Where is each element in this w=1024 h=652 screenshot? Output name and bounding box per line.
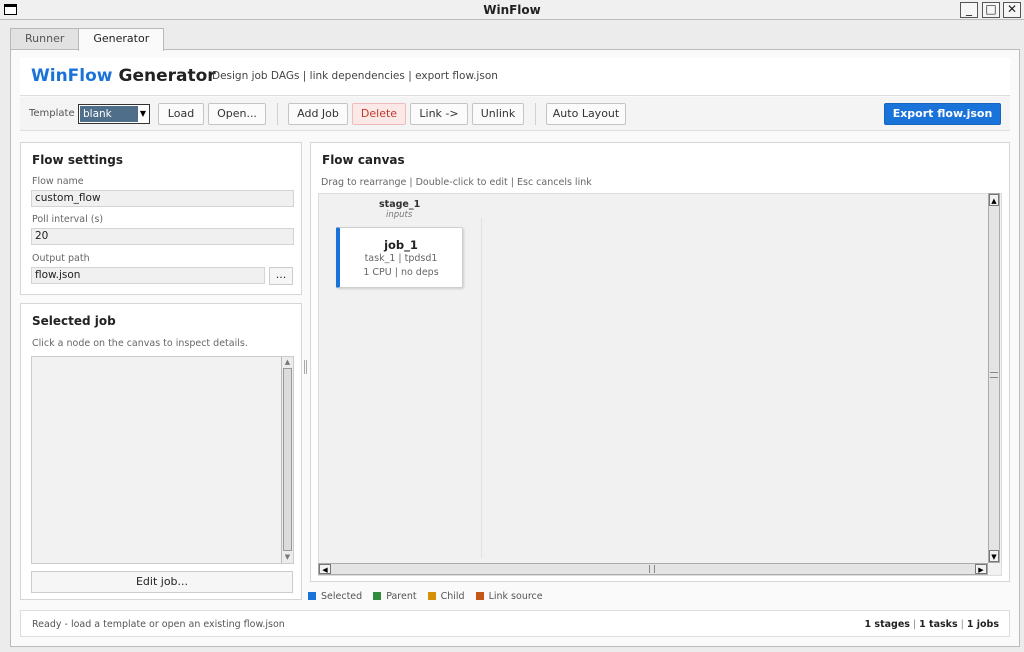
- open-button[interactable]: Open...: [208, 103, 266, 125]
- scroll-left-icon[interactable]: ◀: [319, 564, 331, 574]
- scroll-down-icon[interactable]: ▼: [989, 550, 999, 562]
- window-title: WinFlow: [483, 3, 541, 17]
- header-subtitle: Design job DAGs | link dependencies | ex…: [212, 70, 498, 82]
- browse-button[interactable]: ...: [269, 267, 293, 285]
- legend-label: Link source: [488, 590, 543, 602]
- maximize-button[interactable]: □: [982, 2, 1000, 18]
- tab-generator[interactable]: Generator: [78, 28, 165, 51]
- scrollbar-grip[interactable]: [990, 372, 998, 378]
- selected-job-panel: Selected job Click a node on the canvas …: [20, 303, 302, 600]
- edit-job-button[interactable]: Edit job...: [31, 571, 293, 593]
- task-count: 1 tasks: [919, 619, 958, 630]
- template-select[interactable]: blank ▼: [78, 104, 150, 124]
- canvas-legend: Selected Parent Child Link source: [308, 590, 554, 602]
- legend-swatch: [308, 592, 316, 600]
- flow-canvas-title: Flow canvas: [322, 153, 405, 167]
- close-button[interactable]: ✕: [1003, 2, 1021, 18]
- load-button[interactable]: Load: [158, 103, 204, 125]
- job-node-task: task_1 | tpdsd1: [364, 253, 438, 264]
- status-counts: 1 stages | 1 tasks | 1 jobs: [864, 619, 999, 630]
- flow-name-label: Flow name: [32, 176, 84, 187]
- stage-divider: [481, 218, 482, 558]
- scroll-right-icon[interactable]: ▶: [975, 564, 987, 574]
- toolbar: Template blank ▼ Load Open... Add Job De…: [20, 97, 1010, 131]
- scroll-up-icon[interactable]: ▲: [283, 358, 292, 367]
- legend-selected: Selected: [308, 590, 362, 602]
- legend-swatch: [475, 592, 484, 600]
- flow-name-field[interactable]: custom_flow: [31, 190, 294, 207]
- minimize-button[interactable]: _: [960, 2, 978, 18]
- stage-subtitle: inputs: [386, 210, 413, 220]
- textarea-scrollbar[interactable]: ▲ ▼: [281, 357, 293, 563]
- toolbar-divider: [535, 103, 536, 125]
- job-count: 1 jobs: [966, 619, 999, 630]
- chevron-down-icon[interactable]: ▼: [138, 106, 148, 122]
- flow-settings-title: Flow settings: [32, 153, 123, 167]
- selected-job-hint: Click a node on the canvas to inspect de…: [32, 338, 248, 349]
- selected-job-title: Selected job: [32, 314, 116, 328]
- template-label: Template: [29, 108, 75, 119]
- brand-title: WinFlow Generator: [31, 66, 216, 86]
- legend-link-source: Link source: [475, 590, 543, 602]
- toolbar-divider: [277, 103, 278, 125]
- output-path-label: Output path: [32, 253, 90, 264]
- add-job-button[interactable]: Add Job: [288, 103, 348, 125]
- status-bar: Ready - load a template or open an exist…: [20, 610, 1010, 637]
- title-bar: WinFlow _ □ ✕: [0, 0, 1024, 20]
- scroll-down-icon[interactable]: ▼: [283, 553, 292, 562]
- delete-button[interactable]: Delete: [352, 103, 406, 125]
- app-header: WinFlow Generator Design job DAGs | link …: [20, 58, 1010, 96]
- legend-child: Child: [427, 590, 465, 602]
- link-button[interactable]: Link ->: [410, 103, 468, 125]
- scrollbar-thumb[interactable]: [283, 368, 292, 551]
- template-value: blank: [80, 106, 138, 122]
- brand-suffix: Generator: [118, 66, 216, 86]
- job-details-textarea[interactable]: ▲ ▼: [31, 356, 294, 564]
- export-button[interactable]: Export flow.json: [884, 103, 1001, 125]
- canvas-hint: Drag to rearrange | Double-click to edit…: [321, 177, 592, 188]
- brand-name: WinFlow: [31, 66, 113, 86]
- status-text: Ready - load a template or open an exist…: [32, 619, 285, 630]
- scroll-up-icon[interactable]: ▲: [989, 194, 999, 206]
- flow-settings-panel: Flow settings Flow name custom_flow Poll…: [20, 142, 302, 295]
- legend-swatch: [373, 592, 382, 600]
- tab-bar: Runner Generator: [10, 28, 165, 51]
- stage-count: 1 stages: [864, 619, 910, 630]
- legend-label: Selected: [321, 590, 363, 602]
- job-node-detail: 1 CPU | no deps: [363, 267, 439, 278]
- stage-name: stage_1: [379, 199, 421, 210]
- job-node-title: job_1: [384, 238, 418, 252]
- tab-runner[interactable]: Runner: [10, 28, 80, 50]
- scrollbar-grip[interactable]: [649, 565, 655, 573]
- splitter-handle[interactable]: [304, 360, 307, 374]
- legend-label: Child: [440, 590, 465, 602]
- auto-layout-button[interactable]: Auto Layout: [546, 103, 626, 125]
- output-path-field[interactable]: flow.json: [31, 267, 265, 284]
- unlink-button[interactable]: Unlink: [472, 103, 524, 125]
- legend-parent: Parent: [373, 590, 417, 602]
- canvas-vertical-scrollbar[interactable]: ▲ ▼: [988, 193, 1000, 563]
- legend-swatch: [427, 592, 436, 600]
- canvas-horizontal-scrollbar[interactable]: ◀ ▶: [318, 563, 988, 575]
- job-node[interactable]: job_1 task_1 | tpdsd1 1 CPU | no deps: [336, 227, 463, 288]
- flow-canvas[interactable]: stage_1 inputs job_1 task_1 | tpdsd1 1 C…: [318, 193, 1002, 576]
- poll-interval-field[interactable]: 20: [31, 228, 294, 245]
- legend-label: Parent: [386, 590, 417, 602]
- poll-interval-label: Poll interval (s): [32, 214, 104, 225]
